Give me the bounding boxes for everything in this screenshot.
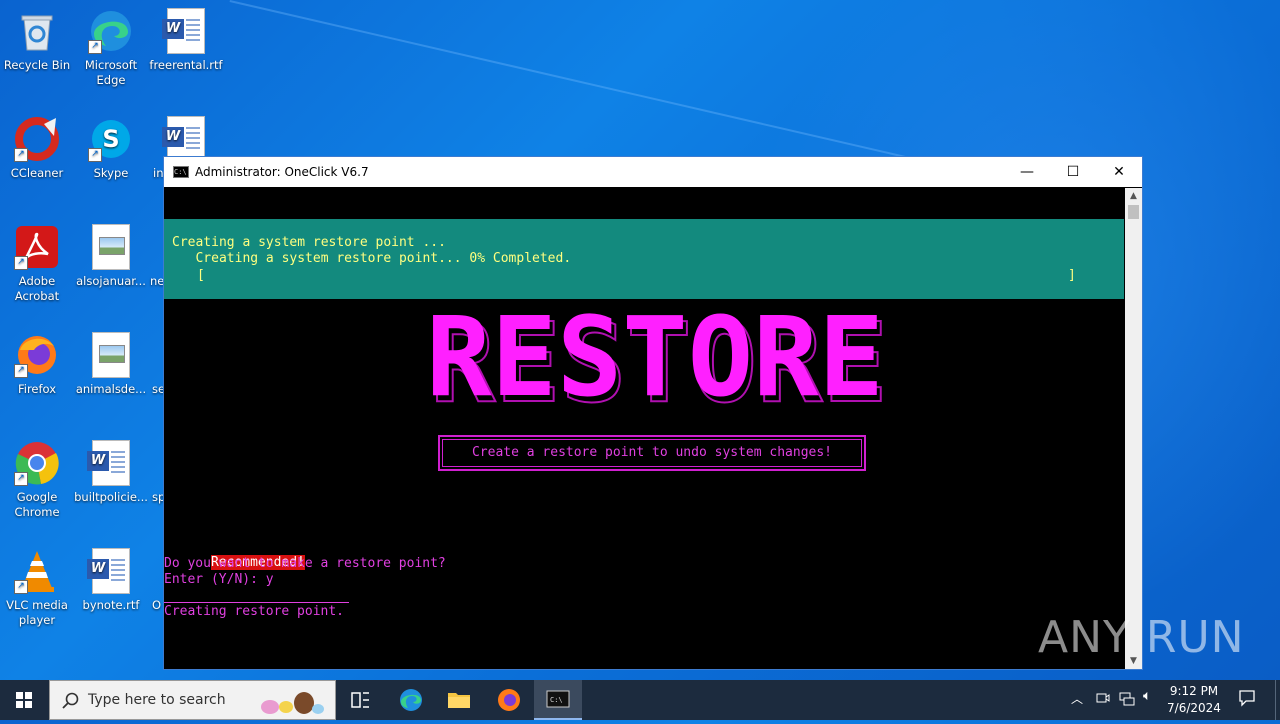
notifications-icon[interactable]: [1238, 689, 1256, 710]
desktop-icon-firefox[interactable]: ↗ Firefox: [0, 332, 74, 397]
maximize-button[interactable]: ☐: [1050, 157, 1096, 187]
taskbar-console-button[interactable]: C:\: [534, 680, 582, 720]
desktop-icon-vlc[interactable]: ↗ VLC media player: [0, 548, 74, 628]
folder-icon: [448, 693, 470, 708]
vertical-scrollbar[interactable]: ▲ ▼: [1125, 188, 1142, 669]
search-highlight-art-icon: [258, 687, 328, 715]
desktop-icon-bynote[interactable]: W bynote.rtf: [74, 548, 148, 613]
task-view-icon: [351, 692, 369, 708]
taskbar-edge-button[interactable]: [390, 680, 432, 720]
title-bar[interactable]: C:\ Administrator: OneClick V6.7 — ☐ ✕: [164, 157, 1142, 187]
shortcut-arrow-icon: ↗: [14, 364, 28, 378]
desktop-icon-builtpolicie[interactable]: W builtpolicie...: [74, 440, 148, 505]
taskbar-file-explorer-button[interactable]: [438, 680, 480, 720]
search-icon: [62, 692, 79, 709]
prompt-line: Enter (Y/N): y: [164, 572, 274, 587]
shortcut-arrow-icon: ↗: [88, 148, 102, 162]
desktop-icon-ne[interactable]: ne: [150, 274, 164, 289]
shortcut-arrow-icon: ↗: [14, 472, 28, 486]
skype-icon: S ↗: [88, 116, 134, 162]
network-icon[interactable]: [1119, 690, 1135, 709]
desktop-icon-alsojanuar[interactable]: alsojanuar...: [74, 224, 148, 289]
desktop-icon-animalsde[interactable]: animalsde...: [74, 332, 148, 397]
task-view-button[interactable]: [340, 680, 380, 720]
window-title: Administrator: OneClick V6.7: [195, 165, 369, 179]
scroll-thumb[interactable]: [1128, 205, 1139, 219]
taskbar-search-box[interactable]: Type here to search: [49, 680, 336, 720]
firefox-icon: [498, 689, 520, 711]
firefox-icon: ↗: [14, 332, 60, 378]
image-file-icon: [88, 332, 134, 378]
word-doc-icon: W: [162, 8, 209, 54]
word-doc-icon: W: [87, 440, 134, 486]
ccleaner-icon: ↗: [14, 116, 60, 162]
clock[interactable]: 9:12 PM 7/6/2024: [1162, 683, 1226, 717]
ascii-title-text: RESTORE: [426, 313, 884, 408]
clock-time: 9:12 PM: [1169, 684, 1219, 698]
vlc-icon: ↗: [14, 548, 60, 594]
edge-icon: ↗: [88, 8, 134, 54]
console-app-icon: C:\: [173, 166, 189, 178]
close-button[interactable]: ✕: [1096, 157, 1142, 187]
show-hidden-icons-chevron-icon[interactable]: ︿: [1071, 690, 1083, 707]
volume-icon[interactable]: 🔈︎: [1143, 688, 1151, 704]
recycle-bin-icon: [14, 8, 60, 54]
subtitle-box: Create a restore point to undo system ch…: [438, 435, 866, 471]
progress-line-1: Creating a system restore point ...: [172, 235, 446, 250]
word-doc-icon: W: [87, 548, 134, 594]
image-file-icon: [88, 224, 134, 270]
question-line: Do you want to make a restore point?: [164, 556, 446, 571]
acrobat-icon: ↗: [14, 224, 60, 270]
desktop-icon-google-chrome[interactable]: ↗ Google Chrome: [0, 440, 74, 520]
show-desktop-button[interactable]: [1275, 680, 1280, 720]
svg-text:S: S: [102, 125, 119, 153]
shortcut-arrow-icon: ↗: [14, 256, 28, 270]
chrome-icon: ↗: [14, 440, 60, 486]
shortcut-arrow-icon: ↗: [88, 40, 102, 54]
clock-date: 7/6/2024: [1167, 701, 1221, 715]
shortcut-arrow-icon: ↗: [14, 580, 28, 594]
separator-line: [164, 602, 349, 603]
anyrun-watermark: ANY RUN: [1038, 612, 1245, 663]
desktop-icon-recycle-bin[interactable]: Recycle Bin: [0, 8, 74, 73]
restore-ascii-title: RESTORE RESTORE: [426, 313, 889, 408]
desktop-icon-adobe-acrobat[interactable]: ↗ Adobe Acrobat: [0, 224, 74, 304]
progress-line-2: Creating a system restore point... 0% Co…: [172, 251, 572, 266]
scroll-up-arrow-icon[interactable]: ▲: [1125, 188, 1142, 204]
minimize-button[interactable]: —: [1004, 157, 1050, 187]
progress-bar-open: [: [197, 268, 205, 283]
windows-logo-icon: [16, 692, 32, 708]
search-placeholder: Type here to search: [88, 692, 226, 708]
desktop-icon-freerental[interactable]: W freerental.rtf: [149, 8, 223, 73]
taskbar-firefox-button[interactable]: [488, 680, 530, 720]
progress-banner: Creating a system restore point ... Crea…: [164, 219, 1124, 299]
status-line: Creating restore point.: [164, 604, 345, 619]
subtitle-text: Create a restore point to undo system ch…: [442, 439, 862, 467]
start-button[interactable]: [0, 680, 48, 720]
desktop-icon-microsoft-edge[interactable]: ↗ Microsoft Edge: [74, 8, 148, 88]
desktop-icon-ccleaner[interactable]: ↗ CCleaner: [0, 116, 74, 181]
progress-bar-close: ]: [1068, 268, 1076, 283]
desktop-icon-skype[interactable]: S ↗ Skype: [74, 116, 148, 181]
edge-icon: [400, 689, 422, 711]
svg-text:C:\: C:\: [550, 696, 563, 704]
console-window[interactable]: C:\ Administrator: OneClick V6.7 — ☐ ✕ C…: [163, 156, 1143, 670]
meet-now-icon[interactable]: [1095, 690, 1111, 709]
shortcut-arrow-icon: ↗: [14, 148, 28, 162]
console-icon: C:\: [546, 690, 570, 708]
console-output[interactable]: Creating a system restore point ... Crea…: [164, 188, 1124, 669]
